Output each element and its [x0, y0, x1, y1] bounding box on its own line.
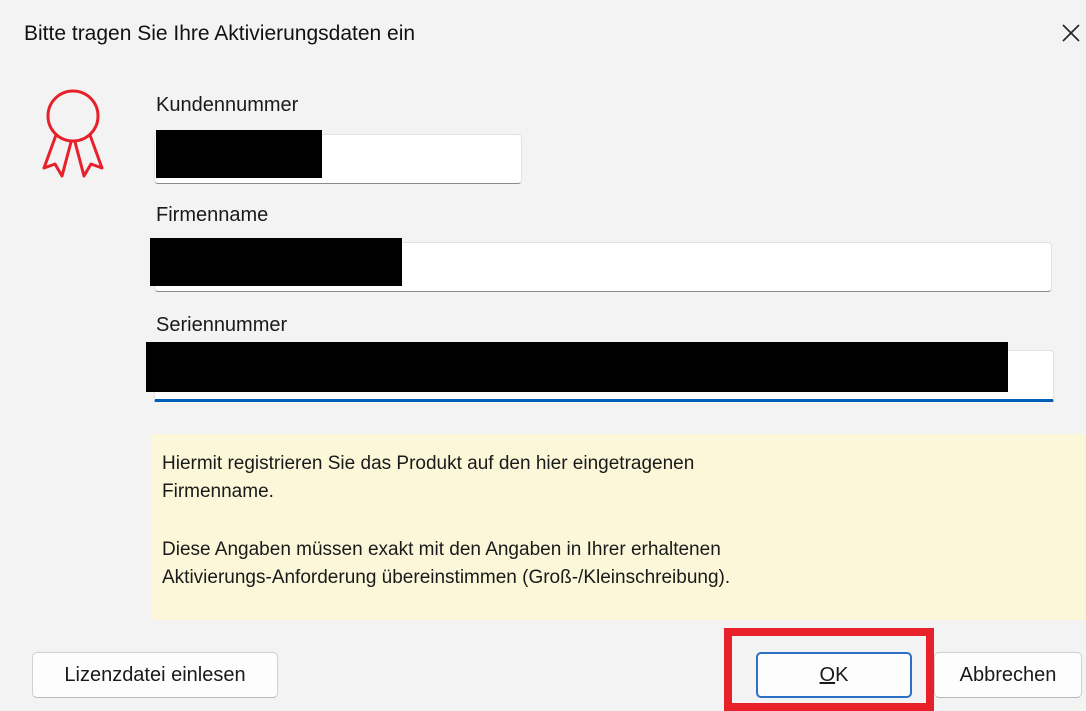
- info-line: Aktivierungs-Anforderung übereinstimmen …: [162, 567, 731, 588]
- info-box: Hiermit registrieren Sie das Produkt auf…: [152, 434, 1086, 620]
- close-button[interactable]: [1054, 14, 1086, 52]
- company-name-label: Firmenname: [156, 204, 269, 226]
- info-line: Diese Angaben müssen exakt mit den Angab…: [162, 539, 721, 560]
- ok-mnemonic: O: [819, 663, 836, 686]
- redacted-company-name: [150, 238, 402, 286]
- customer-number-label: Kundennummer: [156, 94, 299, 116]
- cancel-label: Abbrechen: [959, 663, 1057, 686]
- info-line: Firmenname.: [162, 481, 274, 502]
- close-icon: [1062, 24, 1080, 42]
- activation-dialog: Bitte tragen Sie Ihre Aktivierungsdaten …: [0, 0, 1086, 711]
- redacted-customer-number: [156, 130, 322, 178]
- cancel-button[interactable]: Abbrechen: [934, 652, 1082, 698]
- ok-label-rest: K: [835, 663, 849, 686]
- info-line: Hiermit registrieren Sie das Produkt auf…: [162, 453, 695, 474]
- title-bar: Bitte tragen Sie Ihre Aktivierungsdaten …: [0, 0, 1086, 70]
- award-ribbon-icon: [42, 89, 104, 178]
- dialog-title: Bitte tragen Sie Ihre Aktivierungsdaten …: [24, 22, 416, 45]
- load-license-file-button[interactable]: Lizenzdatei einlesen: [32, 652, 278, 698]
- serial-number-label: Seriennummer: [156, 314, 288, 336]
- ok-button[interactable]: OK: [756, 652, 912, 698]
- redacted-serial-number: [146, 342, 1008, 392]
- load-license-file-label: Lizenzdatei einlesen: [64, 663, 246, 686]
